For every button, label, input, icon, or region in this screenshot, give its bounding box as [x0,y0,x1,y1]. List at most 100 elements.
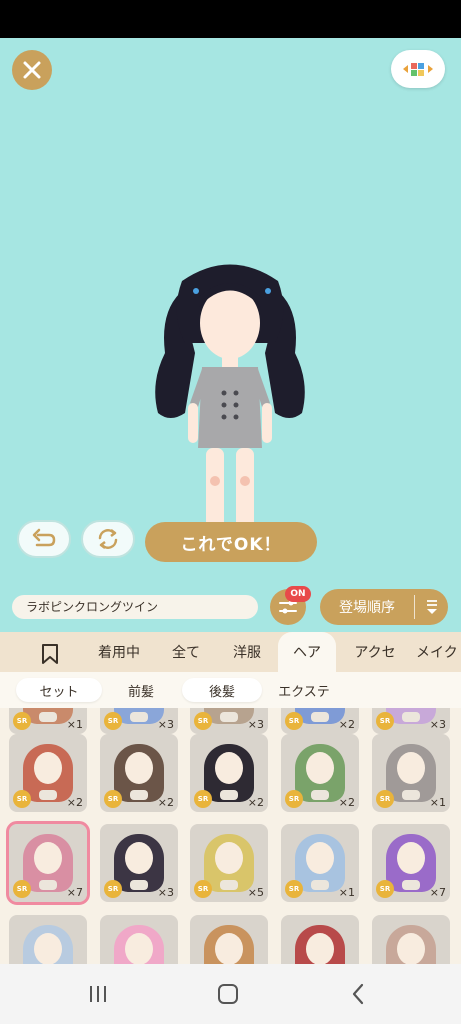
mannequin-head [125,842,153,874]
item-count: ×1 [338,886,355,899]
tab-wearing[interactable]: 着用中 [88,632,150,672]
item-grid: SR ×1 SR ×3 SR ×3 SR ×2 SR ×3 SR ×2 SR ×2 SR ×2 SR ×2 SR ×1… [0,708,461,964]
hair-item-card[interactable]: SR ×2 [190,734,268,812]
mannequin-stand [130,712,148,722]
mannequin-stand [311,712,329,722]
hair-item-card[interactable] [9,915,87,964]
mannequin-head [215,933,243,964]
mannequin-head [125,933,153,964]
item-count: ×1 [429,796,446,809]
rarity-badge: SR [285,880,303,898]
tab-hair[interactable]: ヘア [278,632,336,672]
hair-item-card[interactable]: SR ×2 [281,734,359,812]
item-count: ×3 [157,886,174,899]
subtab-extensions[interactable]: エクステ [266,678,342,702]
item-count: ×3 [247,718,264,731]
rarity-badge: SR [376,712,394,730]
mannequin-head [397,842,425,874]
hair-item-card[interactable]: SR ×7 [6,821,90,905]
hair-item-card[interactable]: SR ×1 [281,824,359,902]
mannequin-stand [130,790,148,800]
rarity-badge: SR [194,880,212,898]
rarity-badge: SR [376,880,394,898]
hair-item-card[interactable]: SR ×5 [190,824,268,902]
mannequin-head [397,752,425,784]
item-count: ×3 [157,718,174,731]
hair-item-card[interactable] [281,915,359,964]
tab-clothes[interactable]: 洋服 [220,632,274,672]
sort-direction-icon[interactable] [415,598,448,616]
bookmark-tab[interactable] [32,640,68,668]
mannequin-stand [402,880,420,890]
mannequin-head [397,933,425,964]
close-icon [23,61,41,79]
rarity-badge: SR [194,712,212,730]
mannequin-stand [402,712,420,722]
mannequin-head [306,933,334,964]
rarity-badge: SR [285,790,303,808]
mannequin-stand [130,880,148,890]
tab-makeup[interactable]: メイク [416,632,461,672]
item-count: ×2 [338,718,355,731]
mannequin-head [34,842,62,874]
rarity-badge: SR [376,790,394,808]
mannequin-stand [311,790,329,800]
back-chevron-icon [352,983,364,1005]
item-count: ×2 [247,796,264,809]
hair-item-card[interactable] [100,915,178,964]
hair-item-card[interactable]: SR ×3 [100,824,178,902]
color-palette-button[interactable] [391,50,445,88]
recent-apps-button[interactable] [78,980,118,1008]
mannequin-stand [311,880,329,890]
hair-item-card[interactable]: SR ×2 [9,734,87,812]
subtab-set[interactable]: セット [16,678,102,702]
rarity-badge: SR [104,790,122,808]
close-button[interactable] [12,50,52,90]
hair-item-card[interactable]: SR ×3 [100,708,178,734]
confirm-ok-button[interactable]: これでOK！ [145,522,317,562]
subtab-front-hair[interactable]: 前髪 [104,678,178,702]
home-icon [218,984,238,1004]
mannequin-stand [220,712,238,722]
hair-item-card[interactable] [372,915,450,964]
mannequin-stand [39,790,57,800]
bookmark-icon [42,644,58,664]
item-count: ×2 [338,796,355,809]
hair-item-card[interactable]: SR ×3 [190,708,268,734]
rarity-badge: SR [104,880,122,898]
back-button[interactable] [338,980,378,1008]
randomize-button[interactable] [81,520,135,558]
undo-button[interactable] [17,520,71,558]
tab-accessories[interactable]: アクセ [342,632,408,672]
hair-item-card[interactable]: SR ×1 [372,734,450,812]
rarity-badge: SR [13,880,31,898]
sort-order-button[interactable]: 登場順序 [320,589,448,625]
subtab-back-hair[interactable]: 後髪 [182,678,262,702]
mannequin-stand [402,790,420,800]
tab-all[interactable]: 全て [158,632,214,672]
hair-item-card[interactable]: SR ×3 [372,708,450,734]
rarity-badge: SR [13,790,31,808]
home-button[interactable] [208,980,248,1008]
hair-item-card[interactable]: SR ×2 [100,734,178,812]
item-count: ×7 [429,886,446,899]
mannequin-stand [39,880,57,890]
rarity-badge: SR [194,790,212,808]
mannequin-stand [220,880,238,890]
item-count: ×1 [66,718,83,731]
rarity-badge: SR [13,712,31,730]
mannequin-head [215,842,243,874]
hair-item-card[interactable]: SR ×7 [372,824,450,902]
item-count: ×7 [66,886,83,899]
undo-icon [32,528,56,547]
hair-item-card[interactable]: SR ×1 [9,708,87,734]
character-stage: これでOK！ [0,38,461,580]
category-tabs: 着用中 全て 洋服 ヘア アクセ メイク [0,632,461,672]
mannequin-head [306,842,334,874]
mannequin-head [215,752,243,784]
sort-label: 登場順序 [339,600,395,616]
filter-on-badge: ON [285,586,311,602]
hair-item-card[interactable] [190,915,268,964]
avatar-character [155,264,305,541]
hair-item-card[interactable]: SR ×2 [281,708,359,734]
